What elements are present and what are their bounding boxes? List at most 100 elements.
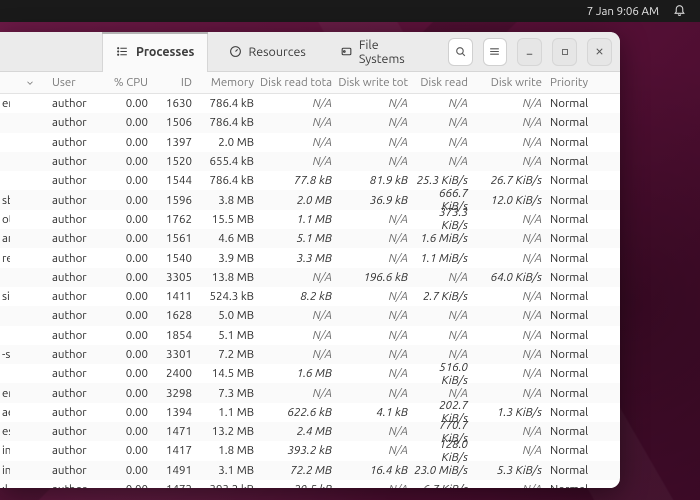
col-dwt[interactable]: Disk write tot <box>338 76 412 89</box>
cell-prio: Normal <box>546 309 602 322</box>
col-cpu[interactable]: % CPU <box>102 76 156 89</box>
table-row[interactable]: sbook-factoryauthor0.0015963.8 MB2.0 MB3… <box>0 190 620 209</box>
cell-id: 1628 <box>156 309 198 322</box>
cell-cpu: 0.00 <box>102 329 156 342</box>
tab-filesystems[interactable]: File Systems <box>326 32 432 72</box>
cell-dw: N/A <box>472 329 546 342</box>
cell-drt: 3.3 MB <box>260 252 338 265</box>
close-button[interactable] <box>587 38 612 66</box>
cell-dwt: N/A <box>338 213 412 226</box>
col-dr[interactable]: Disk read <box>412 76 472 89</box>
cell-mem: 3.9 MB <box>198 252 260 265</box>
list-icon <box>116 45 130 59</box>
cell-id: 3298 <box>156 387 198 400</box>
cell-user: author <box>50 97 102 110</box>
maximize-button[interactable] <box>552 38 577 66</box>
cell-mem: 786.4 kB <box>198 97 260 110</box>
cell-dr: 373.3 KiB/s <box>412 206 472 232</box>
col-user[interactable]: User <box>50 76 102 89</box>
clock[interactable]: 7 Jan 9:06 AM <box>587 5 659 18</box>
cell-mem: 3.8 MB <box>198 194 260 207</box>
cell-drt: N/A <box>260 329 338 342</box>
cell-user: author <box>50 425 102 438</box>
cell-user: author <box>50 155 102 168</box>
cell-id: 1854 <box>156 329 198 342</box>
cell-dr: 6.7 KiB/s <box>412 483 472 488</box>
cell-name: sbook-factory <box>0 194 10 207</box>
cell-mem: 1.1 MB <box>198 406 260 419</box>
col-mem[interactable]: Memory <box>198 76 260 89</box>
cell-prio: Normal <box>546 329 602 342</box>
cell-prio: Normal <box>546 464 602 477</box>
table-row[interactable]: -search-proviauthor0.0033017.2 MBN/AN/AN… <box>0 345 620 364</box>
cell-cpu: 0.00 <box>102 97 156 110</box>
table-row[interactable]: author0.0013972.0 MBN/AN/AN/AN/ANormal <box>0 133 620 152</box>
tab-resources[interactable]: Resources <box>214 32 319 72</box>
tab-processes[interactable]: Processes <box>102 32 208 72</box>
cell-user: author <box>50 290 102 303</box>
table-row[interactable]: registryauthor0.0015403.9 MB3.3 MBN/A1.1… <box>0 248 620 267</box>
cell-mem: 5.0 MB <box>198 309 260 322</box>
col-dw[interactable]: Disk write <box>472 76 546 89</box>
table-row[interactable]: otifyauthor0.00176215.5 MB1.1 MBN/A373.3… <box>0 210 620 229</box>
cell-user: author <box>50 136 102 149</box>
table-row[interactable]: author0.001520655.4 kBN/AN/AN/AN/ANormal <box>0 152 620 171</box>
col-drt[interactable]: Disk read tota <box>260 76 338 89</box>
table-row[interactable]: enter-search-pauthor0.0032987.3 MBN/AN/A… <box>0 383 620 402</box>
minimize-button[interactable] <box>517 38 542 66</box>
cell-mem: 786.4 kB <box>198 174 260 187</box>
cell-dw: N/A <box>472 348 546 361</box>
cell-mem: 2.0 MB <box>198 136 260 149</box>
table-row[interactable]: sionauthor0.001411524.3 kB8.2 kBN/A2.7 K… <box>0 287 620 306</box>
table-body: erauthor0.001630786.4 kBN/AN/AN/AN/ANorm… <box>0 94 620 488</box>
table-row[interactable]: author0.001544786.4 kB77.8 kB81.9 kB25.3… <box>0 171 620 190</box>
table-row[interactable]: author0.00330513.8 MBN/A196.6 kBN/A64.0 … <box>0 268 620 287</box>
col-prio[interactable]: Priority <box>546 76 602 89</box>
cell-name: enter-search-p <box>0 387 10 400</box>
cell-mem: 655.4 kB <box>198 155 260 168</box>
table-row[interactable]: author0.0018545.1 MBN/AN/AN/AN/ANormal <box>0 326 620 345</box>
table-row[interactable]: author0.0016285.0 MBN/AN/AN/AN/ANormal <box>0 306 620 325</box>
cell-dwt: N/A <box>338 97 412 110</box>
cell-user: author <box>50 387 102 400</box>
table-row[interactable]: aemonauthor0.0013941.1 MB622.6 kB4.1 kB2… <box>0 403 620 422</box>
table-row[interactable]: :lauthor0.001472393.2 kB20.5 kBN/A6.7 Ki… <box>0 480 620 488</box>
cell-mem: 13.8 MB <box>198 271 260 284</box>
cell-dr: 25.3 KiB/s <box>412 174 472 187</box>
cell-id: 2400 <box>156 367 198 380</box>
cell-name: registry <box>0 252 10 265</box>
table-row[interactable]: esktop-daemauthor0.00147113.2 MB2.4 MBN/… <box>0 422 620 441</box>
cell-prio: Normal <box>546 174 602 187</box>
cell-dwt: N/A <box>338 252 412 265</box>
cell-dwt: N/A <box>338 232 412 245</box>
cell-dw: N/A <box>472 136 546 149</box>
table-header[interactable]: User % CPU ID Memory Disk read tota Disk… <box>0 72 620 94</box>
cell-dw: N/A <box>472 213 546 226</box>
disk-icon <box>340 45 353 59</box>
cell-prio: Normal <box>546 271 602 284</box>
cell-dw: N/A <box>472 425 546 438</box>
cell-drt: 77.8 kB <box>260 174 338 187</box>
table-row[interactable]: author0.00240014.5 MB1.6 MBN/A516.0 KiB/… <box>0 364 620 383</box>
menu-button[interactable] <box>483 38 508 66</box>
cell-cpu: 0.00 <box>102 309 156 322</box>
cell-cpu: 0.00 <box>102 444 156 457</box>
notifications-icon[interactable] <box>673 3 686 19</box>
search-button[interactable] <box>448 38 473 66</box>
process-table[interactable]: User % CPU ID Memory Disk read tota Disk… <box>0 72 620 488</box>
cell-dw: 26.7 KiB/s <box>472 174 546 187</box>
cell-cpu: 0.00 <box>102 136 156 149</box>
cell-cpu: 0.00 <box>102 348 156 361</box>
cell-id: 1411 <box>156 290 198 303</box>
table-row[interactable]: inaryauthor0.0014913.1 MB72.2 MB16.4 kB2… <box>0 461 620 480</box>
cell-drt: 5.1 MB <box>260 232 338 245</box>
table-row[interactable]: ar-factoryauthor0.0015614.6 MB5.1 MBN/A1… <box>0 229 620 248</box>
cell-mem: 13.2 MB <box>198 425 260 438</box>
col-sort-indicator[interactable] <box>10 76 50 89</box>
table-row[interactable]: inaryauthor0.0014171.8 MB393.2 kBN/A128.… <box>0 441 620 460</box>
col-id[interactable]: ID <box>156 76 198 89</box>
table-row[interactable]: erauthor0.001630786.4 kBN/AN/AN/AN/ANorm… <box>0 94 620 113</box>
cell-prio: Normal <box>546 367 602 380</box>
cell-drt: N/A <box>260 271 338 284</box>
table-row[interactable]: author0.001506786.4 kBN/AN/AN/AN/ANormal <box>0 113 620 132</box>
